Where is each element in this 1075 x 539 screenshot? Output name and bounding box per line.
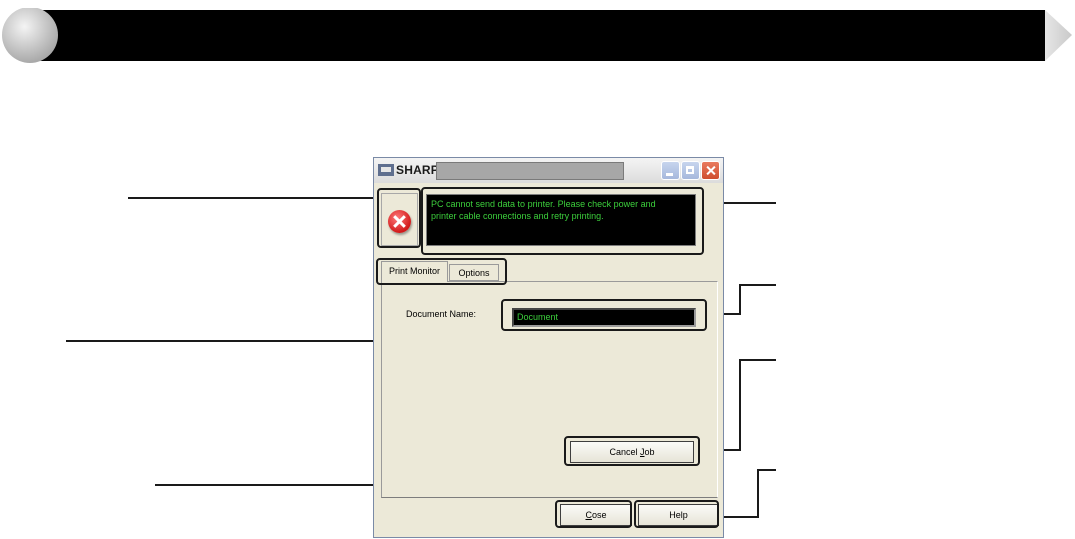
minimize-icon[interactable] (661, 161, 680, 180)
document-name-label: Document Name: (406, 309, 477, 319)
window-title: SHARP (396, 163, 440, 177)
highlight-document-name (501, 299, 707, 331)
tab-print-monitor[interactable]: Print Monitor (381, 261, 448, 282)
highlight-status-message (421, 187, 704, 255)
maximize-icon[interactable] (681, 161, 700, 180)
highlight-close (555, 500, 632, 528)
highlight-error-icon (377, 188, 421, 248)
printer-app-icon (378, 164, 394, 176)
callout-line-help (716, 469, 776, 518)
close-icon[interactable] (701, 161, 720, 180)
title-redacted-box (436, 162, 624, 180)
title-bar[interactable]: SHARP (374, 158, 723, 183)
callout-line-tabs (66, 287, 403, 342)
highlight-help (634, 500, 719, 528)
highlight-cancel-job (564, 436, 700, 466)
